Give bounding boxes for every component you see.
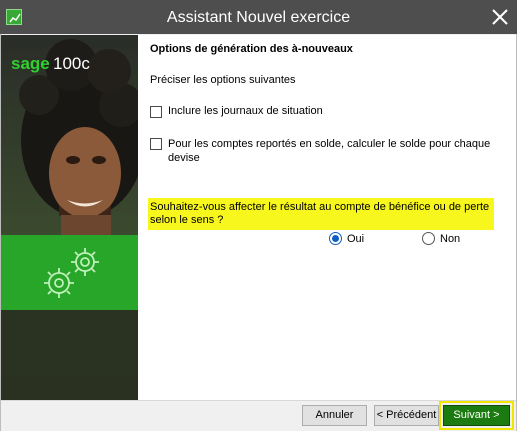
window-title: Assistant Nouvel exercice [166,9,351,26]
include-journals-checkbox[interactable] [150,106,162,118]
radio-non[interactable]: Non [422,232,460,245]
previous-button[interactable]: < Précédent [374,405,439,426]
next-button[interactable]: Suivant > [443,405,510,426]
svg-text:100c: 100c [53,54,90,73]
close-icon [492,9,508,25]
radio-oui-label: Oui [347,232,365,245]
side-illustration: sage 100c [1,35,138,400]
radio-non-label: Non [440,232,461,245]
option-balance-per-currency[interactable]: Pour les comptes reportés en solde, calc… [150,137,502,165]
page-subtitle: Préciser les options suivantes [150,74,296,86]
title-bar: Assistant Nouvel exercice [0,0,517,34]
balance-per-currency-label: Pour les comptes reportés en solde, calc… [168,138,491,164]
cancel-button[interactable]: Annuler [302,405,367,426]
include-journals-label: Inclure les journaux de situation [168,105,323,117]
radio-oui-button[interactable] [329,232,342,245]
close-button[interactable] [483,0,517,34]
radio-non-button[interactable] [422,232,435,245]
balance-per-currency-checkbox[interactable] [150,138,162,150]
page-heading: Options de génération des à-nouveaux [150,43,353,55]
result-allocation-question: Souhaitez-vous affecter le résultat au c… [148,198,494,230]
sage-100c-logo: sage [11,54,50,73]
radio-oui[interactable]: Oui [329,232,364,245]
wizard-content: Options de génération des à-nouveaux Pré… [138,35,516,400]
option-include-journals[interactable]: Inclure les journaux de situation [150,105,323,118]
